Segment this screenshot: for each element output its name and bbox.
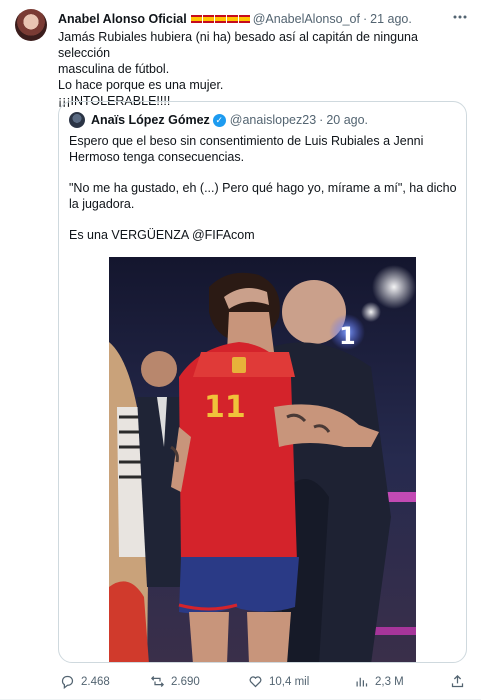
quoted-tweet-timestamp[interactable]: 20 ago. [326,113,368,127]
tweet-actions: 2.468 2.690 10,4 mil 2,3 M [58,674,468,694]
like-count: 10,4 mil [269,675,310,688]
tweet-text: Jamás Rubiales hubiera (ni ha) besado as… [58,29,468,109]
reply-icon [61,675,74,689]
tweet[interactable]: Anabel Alonso Oficial @AnabelAlonso_of ·… [0,0,481,700]
tweet-timestamp[interactable]: 21 ago. [370,12,412,26]
separator-dot: · [319,113,324,127]
quoted-tweet[interactable]: Anaïs López Gómez ✓ @anaislopez23 · 20 a… [58,101,467,663]
like-icon [249,676,262,688]
quoted-tweet-text: Espero que el beso sin consentimiento de… [69,133,459,258]
verified-badge-icon: ✓ [212,113,226,127]
tweet-header: Anabel Alonso Oficial @AnabelAlonso_of ·… [58,10,471,28]
tweet-text-line: masculina de fútbol. [58,62,170,76]
quoted-author-avatar[interactable] [69,112,85,128]
jersey-number: 11 [204,390,246,425]
share-icon [451,674,464,688]
like-button[interactable]: 10,4 mil [248,674,309,689]
spain-flag-icon [238,15,250,23]
quoted-author-handle[interactable]: @anaislopez23 [230,113,316,127]
more-icon[interactable] [451,10,469,24]
views-count: 2,3 M [375,675,404,688]
author-handle[interactable]: @AnabelAlonso_of [253,12,360,26]
reply-count: 2.468 [81,675,110,688]
quoted-tweet-header: Anaïs López Gómez ✓ @anaislopez23 · 20 a… [69,112,368,128]
quoted-tweet-paragraph: "No me ha gustado, eh (...) Pero qué hag… [69,181,457,211]
spain-flags-emoji [190,15,250,23]
share-button[interactable] [450,674,465,689]
quoted-author-name[interactable]: Anaïs López Gómez [91,113,210,127]
quoted-tweet-photo[interactable]: 11 1 [109,257,416,662]
spain-flag-icon [190,15,202,23]
retweet-icon [150,676,165,687]
retweet-count: 2.690 [171,675,200,688]
spain-flag-icon [214,15,226,23]
separator-dot: · [362,12,368,26]
author-avatar[interactable] [15,9,47,41]
tweet-text-line: Jamás Rubiales hubiera (ni ha) besado as… [58,30,422,60]
spain-flag-icon [226,15,238,23]
tweet-text-line: Lo hace porque es una mujer. [58,78,224,92]
views-button[interactable]: 2,3 M [354,674,404,689]
quoted-tweet-paragraph: Espero que el beso sin consentimiento de… [69,134,424,164]
quoted-tweet-paragraph: Es una VERGÜENZA @FIFAcom [69,228,255,242]
author-name[interactable]: Anabel Alonso Oficial [58,12,187,26]
views-icon [356,677,368,687]
retweet-button[interactable]: 2.690 [150,674,200,689]
reply-button[interactable]: 2.468 [60,674,110,689]
overlay-number: 1 [339,322,356,350]
spain-flag-icon [202,15,214,23]
